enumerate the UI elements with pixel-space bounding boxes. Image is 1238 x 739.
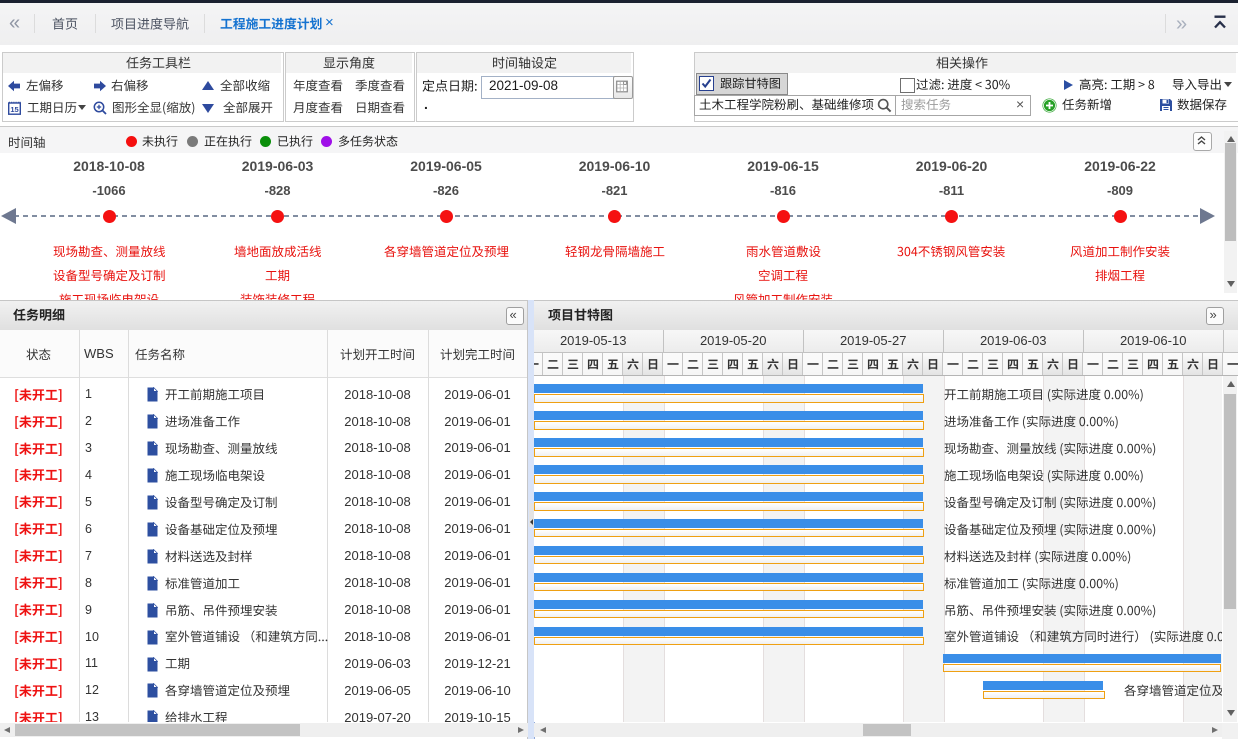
svg-text:15: 15 xyxy=(10,105,18,114)
